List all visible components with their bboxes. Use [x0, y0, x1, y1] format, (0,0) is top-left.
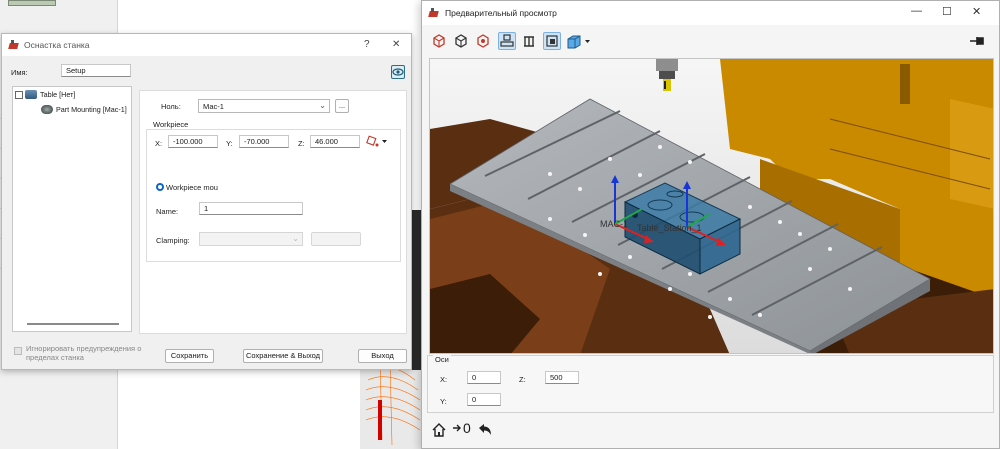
zero-arrow-value: 0 [463, 420, 471, 436]
axes-group [427, 355, 994, 413]
workpiece-mount-radio[interactable] [156, 183, 164, 191]
app-icon [8, 39, 19, 51]
preview-title: Предварительный просмотр [445, 8, 557, 18]
zero-label: Ноль: [161, 102, 181, 111]
view-back-icon[interactable] [474, 32, 492, 50]
scene-label-table: Table_Station_1 [637, 223, 702, 233]
display-mode-icon[interactable] [566, 32, 594, 50]
zero-select-value: Мас-1 [203, 102, 224, 111]
workpiece-name-input[interactable]: 1 [199, 202, 303, 215]
workpiece-x-label: X: [155, 139, 163, 148]
setup-name-input[interactable]: Setup [61, 64, 131, 77]
tree-item-table[interactable]: Table [Нет] [15, 90, 75, 99]
clamping-label: Clamping: [156, 236, 190, 245]
home-icon[interactable] [431, 422, 447, 438]
exit-button[interactable]: Выход [358, 349, 407, 363]
undo-icon[interactable] [477, 422, 493, 438]
zero-select[interactable]: Мас-1 ⌄ [198, 99, 330, 113]
preview-title-bar[interactable]: Предварительный просмотр — ☐ ✕ [422, 1, 999, 25]
close-icon[interactable]: ✕ [392, 39, 400, 50]
part-mounting-icon [41, 105, 53, 114]
zero-arrow-icon[interactable]: 0 [452, 420, 471, 436]
axis-z-label: Z: [519, 375, 526, 384]
tree-item-label: Table [Нет] [40, 90, 76, 99]
workpiece-z-label: Z: [298, 139, 305, 148]
pick-point-icon[interactable] [366, 135, 390, 149]
view-side-icon[interactable] [452, 32, 470, 50]
clamping-button[interactable] [311, 232, 361, 246]
chevron-down-icon: ⌄ [292, 234, 299, 243]
machine-scene: MAC-1 Table_Station_1 [430, 59, 993, 353]
tree-scrollbar[interactable] [27, 323, 119, 325]
axis-z-input[interactable]: 500 [545, 371, 579, 384]
view-isometric-icon[interactable] [430, 32, 448, 50]
dialog-title-bar[interactable]: Оснастка станка ? ✕ [2, 34, 411, 56]
machine-table-icon[interactable] [498, 32, 516, 50]
fixtures-icon[interactable] [520, 32, 538, 50]
clamping-select[interactable]: ⌄ [199, 232, 303, 246]
pin-icon[interactable] [967, 32, 989, 50]
workpiece-group-title: Workpiece [151, 120, 191, 129]
preview-window: Предварительный просмотр — ☐ ✕ MAC-1 Tab… [421, 0, 1000, 449]
workpiece-y-label: Y: [226, 139, 233, 148]
help-icon[interactable]: ? [364, 39, 370, 50]
setup-tree: Table [Нет] Part Mounting [Мас-1] [12, 86, 132, 332]
ignore-warnings-checkbox[interactable] [14, 347, 22, 355]
machine-setup-dialog: Оснастка станка ? ✕ Имя: Setup Table [Не… [1, 33, 412, 370]
axis-x-input[interactable]: 0 [467, 371, 501, 384]
chevron-down-icon: ⌄ [319, 101, 326, 110]
view-eye-icon[interactable] [391, 65, 405, 79]
name-label: Имя: [11, 68, 28, 77]
workpiece-icon[interactable] [543, 32, 561, 50]
tree-item-part-mounting[interactable]: Part Mounting [Мас-1] [41, 105, 127, 114]
workpiece-mount-label: Workpiece mou [166, 183, 218, 192]
workpiece-name-label: Name: [156, 207, 179, 216]
workpiece-z-input[interactable]: 46.000 [310, 135, 360, 148]
axes-group-title: Оси [433, 355, 451, 364]
maximize-icon[interactable]: ☐ [942, 5, 952, 18]
tree-item-label: Part Mounting [Мас-1] [56, 105, 127, 114]
save-exit-button[interactable]: Сохранение & Выход [243, 349, 323, 363]
axis-y-input[interactable]: 0 [467, 393, 501, 406]
preview-3d-viewport[interactable]: MAC-1 Table_Station_1 [429, 58, 994, 354]
axis-x-label: X: [440, 375, 448, 384]
workpiece-x-input[interactable]: -100.000 [168, 135, 218, 148]
scene-label-mac: MAC-1 [600, 219, 628, 229]
dialog-title: Оснастка станка [24, 40, 90, 50]
minimize-icon[interactable]: — [911, 5, 922, 17]
background-toolbar-icons [8, 0, 56, 6]
ignore-warnings-label: Игнорировать предупреждения о пределах с… [26, 344, 142, 362]
app-icon [428, 7, 439, 19]
close-icon[interactable]: ✕ [972, 5, 981, 18]
tree-checkbox[interactable] [15, 90, 23, 99]
zero-browse-button[interactable]: ... [335, 99, 349, 113]
axis-y-label: Y: [440, 397, 447, 406]
save-button[interactable]: Сохранить [165, 349, 214, 363]
table-icon [25, 90, 37, 99]
workpiece-y-input[interactable]: -70.000 [239, 135, 289, 148]
